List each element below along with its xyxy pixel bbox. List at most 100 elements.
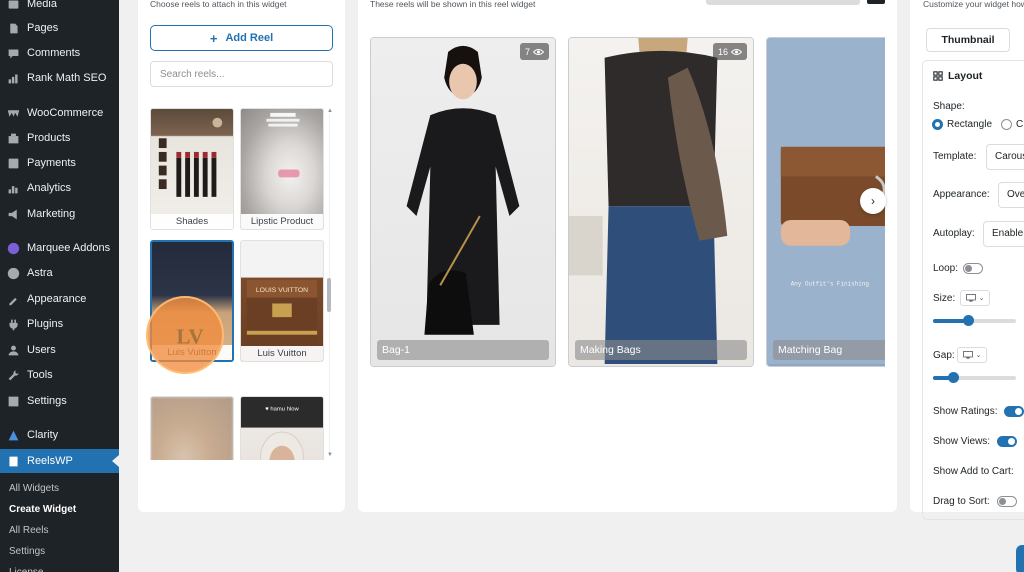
hijab-portrait-art: ♥ hamu hlow [260,407,304,460]
carousel-next-chevron-icon[interactable]: › [860,188,886,214]
submenu-license[interactable]: License [0,562,119,572]
sidebar-item-plugins[interactable]: Plugins [0,312,119,336]
woocommerce-icon [6,106,20,120]
scroll-up-arrow-icon[interactable]: ▲ [327,108,333,114]
svg-text:Any Outfit's Finishing: Any Outfit's Finishing [791,280,870,287]
size-slider-knob[interactable] [962,315,974,326]
toolbar-pill[interactable] [706,0,860,5]
show-ratings-toggle[interactable] [1004,406,1024,417]
reel-title: Bag-1 [377,340,549,360]
sidebar-item-label: Comments [27,47,81,59]
plugins-icon [6,317,20,331]
comments-icon [6,46,20,60]
search-reels-input[interactable] [150,61,333,87]
template-label: Template: [933,151,977,162]
show-views-toggle[interactable] [997,436,1017,447]
reel-thumbnail[interactable]: LOUIS VUITTON Luis Vuitton [240,240,324,362]
marquee-addons-icon [6,241,20,255]
sidebar-item-label: Marquee Addons [27,242,111,254]
reel-thumbnail-grid: Shades Lipstic Product Luis Vuitton LOUI… [150,108,326,460]
gap-slider[interactable] [933,372,1016,383]
shape-circle-radio[interactable] [1001,119,1012,130]
sidebar-item-appearance[interactable]: Appearance [0,287,119,311]
size-label: Size: [933,293,956,304]
submenu-all-widgets[interactable]: All Widgets [0,478,119,498]
drag-to-sort-label: Drag to Sort: [933,496,990,507]
sidebar-item-analytics[interactable]: Analytics [0,176,119,200]
gap-label: Gap: [933,350,955,361]
svg-text:LOUIS VUITTON: LOUIS VUITTON [256,287,308,294]
drag-to-sort-toggle[interactable] [997,496,1017,507]
eye-icon [731,48,742,55]
size-device-select[interactable]: ⌄ [960,290,990,306]
marketing-icon [6,207,20,221]
floating-action-button[interactable] [1016,545,1024,572]
reel-thumbnail[interactable]: Shades [150,108,234,230]
views-badge: 7 [519,43,549,60]
reel-thumbnail-label: Luis Vuitton [241,346,323,361]
autoplay-select[interactable]: Enable [983,221,1024,247]
reel-title: Making Bags [575,340,747,360]
toolbar-square-button[interactable] [867,0,885,4]
sidebar-item-label: ReelsWP [27,455,73,467]
sidebar-item-products[interactable]: Products [0,126,119,150]
sidebar-item-media[interactable]: Media [0,0,119,16]
size-slider[interactable] [933,315,1016,326]
gap-device-select[interactable]: ⌄ [957,347,987,363]
add-reel-button[interactable]: + Add Reel [150,25,333,51]
grid-scrollbar[interactable]: ▲ ▼ [327,108,333,460]
sidebar-item-payments[interactable]: Payments [0,151,119,175]
sidebar-item-settings[interactable]: Settings [0,389,119,413]
loop-toggle[interactable] [963,263,983,274]
appearance-label: Appearance: [933,189,990,200]
sidebar-item-reelswp[interactable]: ReelsWP [0,449,119,473]
submenu-create-widget[interactable]: Create Widget [0,499,119,519]
sidebar-item-label: WooCommerce [27,107,104,119]
scroll-down-arrow-icon[interactable]: ▼ [327,452,333,458]
woman-in-tweed-dress-art [406,45,520,335]
reel-thumbnail-image [151,397,233,460]
template-select[interactable]: Carousel [986,144,1024,170]
views-badge: 16 [712,43,747,60]
plus-icon: + [209,30,218,46]
sidebar-item-comments[interactable]: Comments [0,41,119,65]
show-views-label: Show Views: [933,436,991,447]
sidebar-item-astra[interactable]: Astra [0,261,119,285]
admin-sidebar: Media Pages Comments Rank Math SEO WooCo… [0,0,119,572]
click-highlight-marker: LV [146,296,224,374]
autoplay-label: Autoplay: [933,228,975,239]
sidebar-item-users[interactable]: Users [0,338,119,362]
tools-icon [6,368,20,382]
submenu-all-reels[interactable]: All Reels [0,520,119,540]
appearance-select[interactable]: Overlay [998,182,1024,208]
analytics-icon [6,181,20,195]
chevron-down-icon: ⌄ [978,295,985,302]
reel-thumbnail[interactable] [150,396,234,460]
reel-card[interactable]: 7 Bag-1 [370,37,556,367]
sidebar-item-pages[interactable]: Pages [0,16,119,40]
sidebar-item-tools[interactable]: Tools [0,363,119,387]
lipstick-shades-art [158,117,223,197]
sidebar-item-marketing[interactable]: Marketing [0,202,119,226]
lipstick-product-art [266,112,300,178]
scroll-thumb[interactable] [327,278,331,312]
sidebar-item-label: Settings [27,395,67,407]
sidebar-item-rank-math[interactable]: Rank Math SEO [0,66,119,90]
reel-thumbnail[interactable]: ♥ hamu hlow [240,396,324,460]
layout-section-header[interactable]: Layout [933,70,982,82]
gap-slider-knob[interactable] [947,372,959,383]
reel-thumbnail[interactable]: Lipstic Product [240,108,324,230]
sidebar-item-label: Users [27,344,56,356]
shape-rectangle-label[interactable]: Rectangle [947,119,992,130]
sidebar-item-label: Media [27,0,57,10]
sidebar-item-clarity[interactable]: Clarity [0,423,119,447]
sidebar-item-woocommerce[interactable]: WooCommerce [0,101,119,125]
sidebar-item-marquee-addons[interactable]: Marquee Addons [0,236,119,260]
lv-logo-icon: LV [176,325,203,349]
shape-rectangle-radio[interactable] [932,119,943,130]
tab-thumbnail[interactable]: Thumbnail [926,28,1010,52]
chevron-down-icon: ⌄ [975,352,982,359]
shape-circle-label[interactable]: C [1016,119,1023,130]
submenu-settings[interactable]: Settings [0,541,119,561]
reel-card[interactable]: 16 Making Bags [568,37,754,367]
